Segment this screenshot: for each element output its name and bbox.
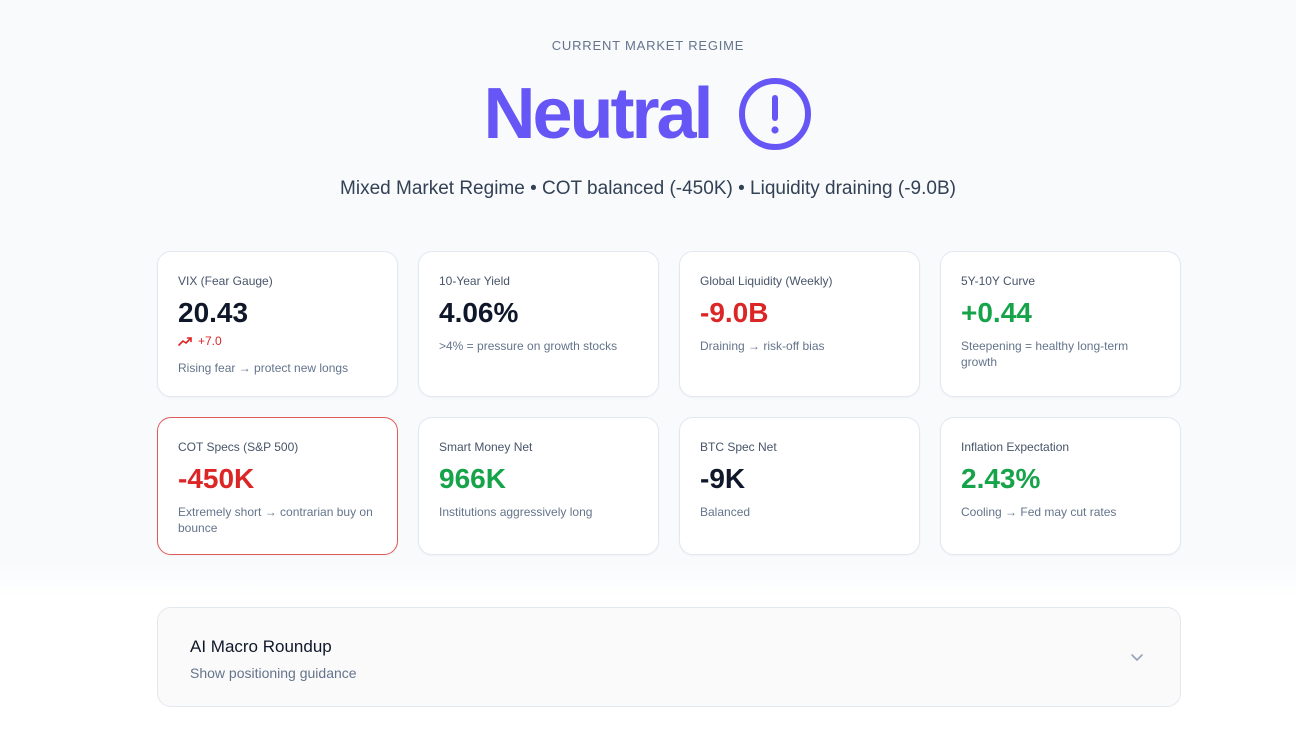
metric-card-inflation: Inflation Expectation 2.43% Cooling → Fe… xyxy=(940,417,1181,555)
ai-macro-roundup-toggle[interactable]: AI Macro Roundup Show positioning guidan… xyxy=(157,607,1181,707)
metric-value: 2.43% xyxy=(961,463,1041,494)
metric-card-btc-spec: BTC Spec Net -9K Balanced xyxy=(679,417,920,555)
chevron-down-icon[interactable] xyxy=(1130,650,1144,664)
metric-label: BTC Spec Net xyxy=(700,440,777,454)
metric-value: 20.43 xyxy=(178,297,249,328)
metric-label: Smart Money Net xyxy=(439,440,533,454)
metric-delta: +7.0 xyxy=(178,334,377,348)
alert-circle-icon xyxy=(738,78,811,150)
market-regime-page: CURRENT MARKET REGIME Neutral Mixed Mark… xyxy=(0,0,1296,747)
metric-card-smart-money: Smart Money Net 966K Institutions aggres… xyxy=(418,417,659,555)
metric-note: Cooling → Fed may cut rates xyxy=(961,505,1117,519)
metric-label: Inflation Expectation xyxy=(961,440,1070,454)
metric-card-10y-yield: 10-Year Yield 4.06% >4% = pressure on gr… xyxy=(418,251,659,397)
metric-card-vix: VIX (Fear Gauge) 20.43 +7.0 Rising fear … xyxy=(157,251,398,397)
metric-value: +0.44 xyxy=(961,297,1032,328)
roundup-subtitle: Show positioning guidance xyxy=(190,665,357,681)
metric-label: 10-Year Yield xyxy=(439,274,510,288)
metric-note: Institutions aggressively long xyxy=(439,505,593,519)
metric-card-global-liquidity: Global Liquidity (Weekly) -9.0B Draining… xyxy=(679,251,920,397)
metric-note: >4% = pressure on growth stocks xyxy=(439,339,618,353)
metric-note: Steepening = healthy long-term growth xyxy=(961,339,1129,369)
metric-label: VIX (Fear Gauge) xyxy=(178,274,273,288)
metric-card-cot-specs: COT Specs (S&P 500) -450K Extremely shor… xyxy=(157,417,398,555)
metric-label: 5Y-10Y Curve xyxy=(961,274,1036,288)
regime-eyebrow: CURRENT MARKET REGIME xyxy=(551,38,745,53)
metric-value: 4.06% xyxy=(439,297,519,328)
metric-value: 966K xyxy=(439,463,506,494)
metric-label: COT Specs (S&P 500) xyxy=(178,440,299,454)
metric-note: Extremely short → contrarian buy on boun… xyxy=(178,505,373,535)
metric-value: -9.0B xyxy=(700,297,769,328)
metric-card-yield-curve: 5Y-10Y Curve +0.44 Steepening = healthy … xyxy=(940,251,1181,397)
metric-note: Balanced xyxy=(700,505,751,519)
regime-title: Neutral xyxy=(483,74,713,154)
metric-delta-value: +7.0 xyxy=(198,334,222,348)
metric-value: -9K xyxy=(700,463,746,494)
metric-note: Rising fear → protect new longs xyxy=(178,361,349,375)
metrics-grid: VIX (Fear Gauge) 20.43 +7.0 Rising fear … xyxy=(157,251,1181,555)
roundup-title: AI Macro Roundup xyxy=(190,637,332,656)
regime-heading: Neutral xyxy=(0,74,1296,154)
regime-summary: Mixed Market Regime • COT balanced (-450… xyxy=(340,178,956,199)
metric-note: Draining → risk-off bias xyxy=(700,339,825,353)
metric-value: -450K xyxy=(178,463,255,494)
metric-label: Global Liquidity (Weekly) xyxy=(700,274,833,288)
trending-up-icon xyxy=(178,337,192,346)
